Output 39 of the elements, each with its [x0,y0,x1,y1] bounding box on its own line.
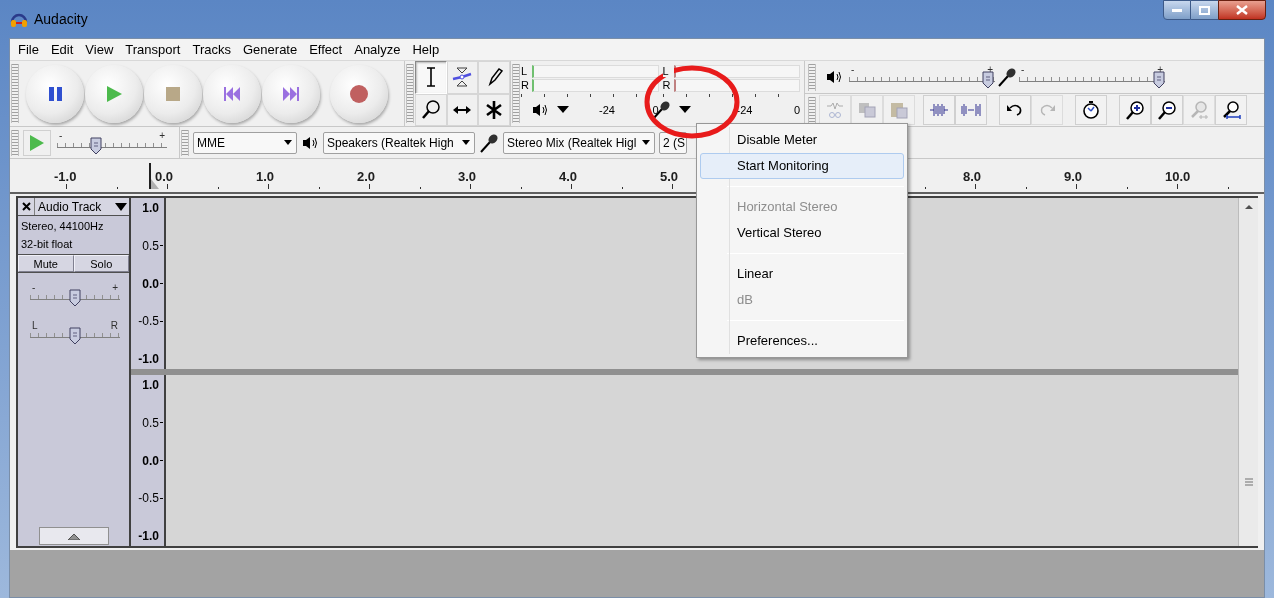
amplitude-label: 0.0 [142,452,159,470]
amplitude-label: 0.5 [142,237,159,255]
slider-min-label: - [59,130,63,141]
amplitude-label: -1.0 [138,351,159,368]
slider-min-label: - [1021,65,1025,75]
amplitude-label: 0.5 [142,414,159,432]
meter-scale-label: -24 [736,102,753,118]
track-info-text: Stereo, 44100Hz [21,219,105,234]
amplitude-label: 0.0 [142,275,159,293]
amplitude-label: -0.5 [138,490,159,508]
window-title: Audacity [34,9,88,29]
ruler-label: 3.0 [458,168,477,186]
amplitude-label: -0.5 [138,313,159,331]
ruler-label: -1.0 [54,168,77,186]
slider-max-label: + [987,65,993,75]
ruler-label: 2.0 [357,168,376,186]
ruler-label: 8.0 [963,168,982,186]
channel-label: L [662,65,674,77]
track-info-text: 32-bit float [21,237,74,252]
slider-min-label: - [32,283,36,293]
meter-scale-label: 0 [652,102,659,118]
ruler-label: 5.0 [660,168,679,186]
slider-max-label: + [159,130,165,141]
ruler-label: 4.0 [559,168,578,186]
ruler-label: 0.0 [155,168,174,186]
ruler-label: 10.0 [1165,168,1191,186]
ruler-label: 9.0 [1064,168,1083,186]
slider-max-label: R [110,321,118,331]
amplitude-label: 1.0 [142,200,159,217]
slider-min-label: L [32,321,38,331]
meter-scale-label: 0 [793,102,800,118]
amplitude-label: 1.0 [142,377,159,394]
channel-label: R [521,79,532,91]
amplitude-label: -1.0 [138,528,159,545]
ruler-label: 1.0 [256,168,275,186]
slider-max-label: + [1157,65,1163,75]
slider-max-label: + [112,283,118,293]
slider-min-label: - [851,65,855,75]
meter-scale-label: -24 [599,102,615,118]
